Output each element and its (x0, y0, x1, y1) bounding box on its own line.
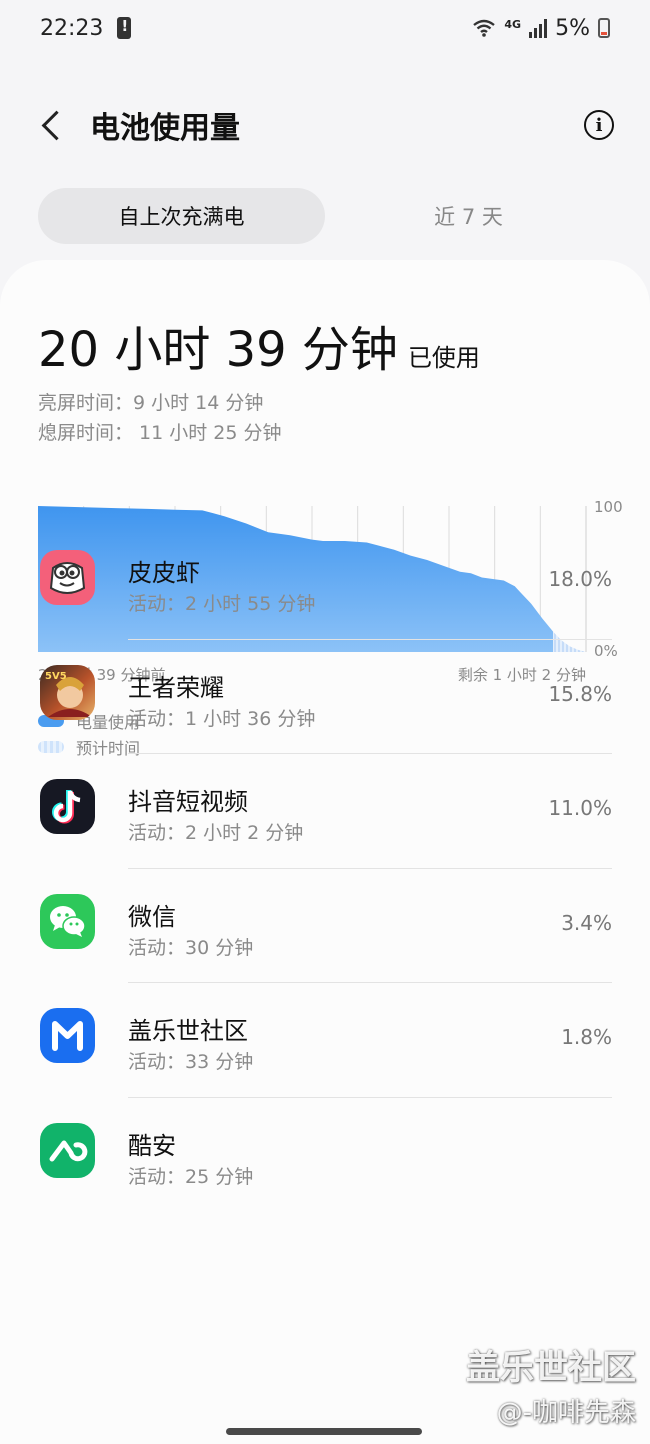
app-row[interactable]: 盖乐世社区 活动：33 分钟 1.8% (0, 983, 650, 1098)
app-activity: 活动：30 分钟 (128, 936, 254, 959)
status-left: 22:23 (40, 15, 132, 41)
total-usage-time: 20 小时 39 分钟 (38, 322, 398, 378)
y-tick-label-top: 100 (594, 500, 623, 516)
app-name: 皮皮虾 (128, 559, 200, 587)
home-indicator[interactable] (226, 1428, 422, 1435)
app-row[interactable]: 5V5 王者荣耀 活动：1 小时 36 分钟 15.8% (0, 640, 650, 754)
svg-text:5V5: 5V5 (45, 671, 67, 682)
app-percent: 11.0% (548, 796, 612, 820)
tab-last-7-days[interactable]: 近 7 天 (325, 188, 612, 244)
app-row[interactable]: 皮皮虾 活动：2 小时 55 分钟 18.0% (0, 525, 650, 640)
coolapk-icon (40, 1122, 95, 1178)
status-right: 4G 5% (472, 16, 610, 41)
douyin-icon (40, 779, 95, 834)
watermark-author: @-咖啡先森 (496, 1398, 636, 1428)
status-bar: 22:23 4G 5% (0, 0, 650, 56)
app-usage-list: 皮皮虾 活动：2 小时 55 分钟 18.0% 5V5 王者荣耀 活动：1 小时… (0, 525, 650, 1212)
network-type: 4G (504, 17, 522, 31)
status-time: 22:23 (40, 15, 104, 41)
app-percent: 1.8% (561, 1025, 612, 1049)
back-arrow-icon[interactable] (36, 105, 66, 145)
app-name: 抖音短视频 (128, 788, 248, 816)
wifi-icon (473, 19, 496, 37)
total-usage-suffix: 已使用 (407, 344, 480, 372)
app-name: 酷安 (128, 1131, 176, 1160)
app-percent: 15.8% (548, 681, 612, 706)
app-percent: 18.0% (548, 567, 612, 591)
header: 电池使用量 i (0, 90, 650, 160)
galaxy-community-icon (40, 1008, 95, 1063)
app-row[interactable]: 酷安 活动：25 分钟 (0, 1098, 650, 1213)
battery-percent: 5% (555, 15, 590, 41)
app-row[interactable]: 微信 活动：30 分钟 3.4% (0, 869, 650, 983)
app-name: 王者荣耀 (128, 673, 224, 702)
app-activity: 活动：25 分钟 (128, 1165, 254, 1188)
page-title: 电池使用量 (90, 111, 240, 146)
app-percent: 3.4% (561, 910, 612, 935)
app-activity: 活动：2 小时 55 分钟 (128, 593, 316, 615)
app-name: 微信 (128, 902, 176, 931)
watermark-title: 盖乐世社区 (466, 1348, 636, 1388)
info-icon[interactable]: i (584, 110, 614, 140)
app-name: 盖乐世社区 (128, 1017, 248, 1045)
app-activity: 活动：33 分钟 (128, 1051, 254, 1073)
app-activity: 活动：2 小时 2 分钟 (128, 822, 304, 844)
screen-off-time: 熄屏时间： 11 小时 25 分钟 (38, 422, 282, 444)
honor-of-kings-icon: 5V5 (40, 664, 95, 720)
app-row[interactable]: 抖音短视频 活动：2 小时 2 分钟 11.0% (0, 754, 650, 869)
app-activity: 活动：1 小时 36 分钟 (128, 707, 316, 730)
period-tabs: 自上次充满电 近 7 天 (38, 188, 612, 244)
tab-since-full-charge[interactable]: 自上次充满电 (38, 188, 325, 244)
battery-icon (598, 18, 610, 38)
pipixia-icon (40, 550, 95, 605)
alert-icon (117, 17, 132, 39)
screen-on-time: 亮屏时间：9 小时 14 分钟 (38, 392, 264, 414)
wechat-icon (40, 893, 95, 949)
total-usage: 20 小时 39 分钟 已使用 (38, 310, 480, 380)
signal-icon (529, 18, 548, 38)
